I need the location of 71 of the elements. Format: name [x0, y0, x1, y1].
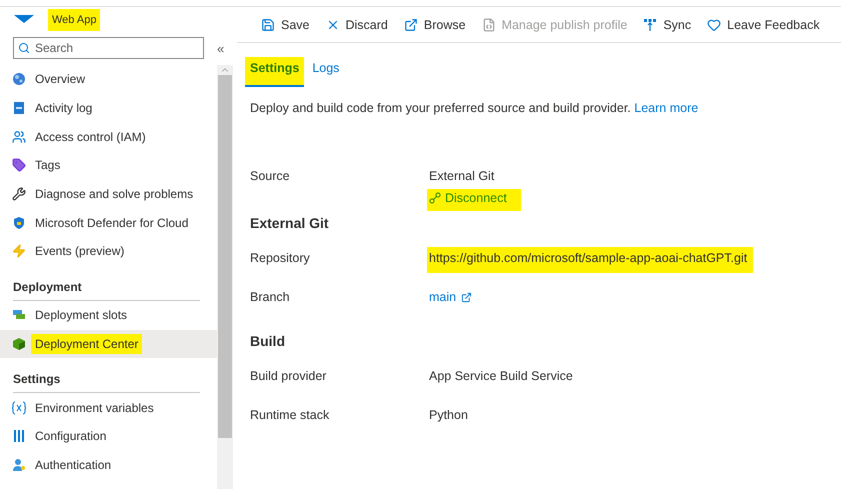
sidebar-item[interactable]: Access control (IAM) [0, 122, 217, 152]
log-icon [12, 101, 26, 116]
open-window-icon [404, 18, 418, 32]
item-label: Authentication [34, 456, 112, 474]
item-label: Environment variables [34, 400, 155, 417]
variable-icon [12, 400, 26, 415]
item-label: Activity log [34, 100, 94, 118]
section-heading: External Git [250, 215, 330, 233]
item-label: Events (preview) [34, 243, 126, 260]
sidebar-item[interactable]: Configuration [0, 422, 217, 451]
item-label: Configuration [34, 428, 108, 446]
branch-link[interactable]: main [429, 290, 841, 304]
toolbar-button[interactable]: Sync [643, 18, 692, 32]
field-label: Repository [250, 251, 311, 267]
item-label: Deployment Center [31, 334, 142, 354]
field-value: https://github.com/microsoft/sample-app-aoai-chatGPT.git [427, 247, 754, 273]
sidebar-item[interactable]: Diagnose and solve problems [0, 180, 217, 208]
disconnect-button[interactable]: Disconnect [427, 189, 521, 211]
tab[interactable]: Logs [307, 57, 344, 87]
toolbar-button[interactable]: Browse [404, 18, 466, 32]
item-label: Access control (IAM) [34, 128, 147, 146]
file-code-icon [482, 18, 496, 32]
heart-icon [707, 18, 722, 32]
toolbar-button[interactable]: Discard [326, 18, 388, 32]
tag-icon [12, 158, 26, 172]
scrollbar[interactable] [217, 65, 233, 489]
sidebar-item[interactable]: Environment variables [0, 393, 217, 422]
globe-icon [12, 72, 26, 86]
learn-more-link[interactable]: Learn more [634, 101, 698, 115]
item-label: Deployment slots [34, 307, 128, 324]
user-key-icon [12, 458, 26, 472]
sidebar-item[interactable]: Activity log [0, 94, 217, 122]
field-value: External Git [428, 169, 496, 183]
sidebar-item[interactable]: Events (preview) [0, 237, 217, 266]
field-label: Branch [250, 290, 291, 306]
people-icon [12, 130, 26, 144]
section-heading: Build [250, 333, 286, 351]
sidebar-item[interactable]: Microsoft Defender for Cloud [0, 208, 217, 238]
item-label: Diagnose and solve problems [34, 186, 194, 204]
external-link-icon [461, 292, 472, 302]
toolbar-button[interactable]: Save [261, 18, 310, 32]
search-icon [18, 42, 30, 54]
field-label: Runtime stack [250, 408, 330, 424]
sidebar-item[interactable]: Deployment slots [0, 300, 217, 330]
sync-icon [643, 18, 658, 32]
logo-icon [14, 15, 34, 23]
shield-icon [12, 216, 26, 230]
toolbar-button[interactable]: Leave Feedback [707, 18, 820, 32]
section-heading: Settings [13, 358, 200, 394]
field-label: Build provider [250, 369, 328, 385]
item-label: Overview [34, 71, 86, 88]
field-value: Python [428, 408, 469, 422]
sidebar-item[interactable]: Overview [0, 65, 217, 94]
lightning-icon [12, 244, 26, 258]
description-text: Deploy and build code from your preferred source and build provider. Learn more [250, 101, 700, 115]
sidebar-item[interactable]: Tags [0, 151, 217, 180]
search-field[interactable]: Search [13, 37, 204, 59]
section-heading: Deployment [13, 266, 200, 301]
tab[interactable]: Settings [245, 57, 304, 87]
field-value: App Service Build Service [428, 369, 574, 383]
sidebar-item[interactable]: Authentication [0, 450, 217, 480]
item-label: Tags [34, 157, 62, 174]
sliders-icon [12, 429, 26, 444]
cube-icon [12, 336, 26, 351]
save-icon [261, 18, 275, 32]
item-label: Microsoft Defender for Cloud [34, 214, 190, 232]
collapse-button[interactable]: « [217, 31, 224, 65]
wrench-icon [12, 187, 26, 202]
field-label: Source [250, 169, 291, 185]
page-title: Web App [48, 9, 100, 31]
sidebar-item[interactable]: Deployment Center [0, 330, 217, 358]
